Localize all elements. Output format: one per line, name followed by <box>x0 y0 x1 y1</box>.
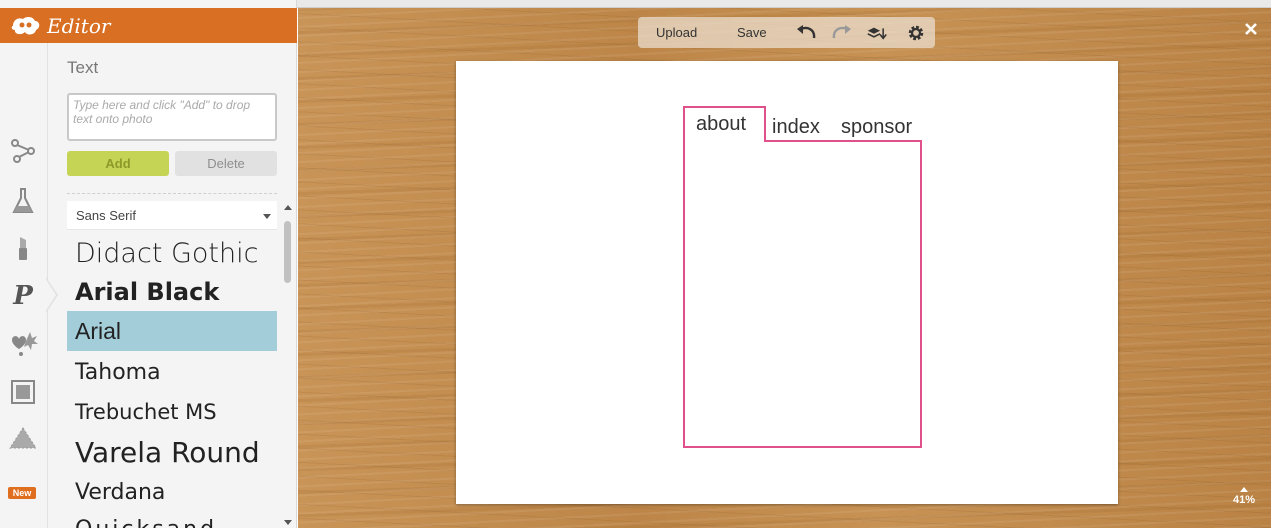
scroll-thumb[interactable] <box>284 221 291 283</box>
font-item-quicksand[interactable]: Quicksand <box>67 509 277 528</box>
font-item-arial-black[interactable]: Arial Black <box>67 272 277 312</box>
left-panel: Editor P New Text Add Delete Sans Serif <box>0 0 297 528</box>
font-category-select[interactable]: Sans Serif <box>67 201 277 230</box>
flask-icon[interactable] <box>8 186 38 216</box>
close-icon[interactable] <box>1243 21 1259 37</box>
panel-heading: Text <box>67 58 99 77</box>
frame-icon[interactable] <box>8 377 38 407</box>
divider <box>67 193 277 194</box>
undo-icon[interactable] <box>796 23 816 43</box>
save-button[interactable]: Save <box>737 25 767 40</box>
text-input[interactable] <box>67 93 277 141</box>
editor-header: Editor <box>0 8 297 43</box>
lipstick-icon[interactable] <box>8 233 38 263</box>
font-item-trebuchet-ms[interactable]: Trebuchet MS <box>67 392 277 432</box>
logo-icon <box>5 14 45 38</box>
canvas-text-sponsor[interactable]: sponsor <box>841 116 912 139</box>
workspace: Upload Save about index sponsor 41% <box>298 8 1271 528</box>
selected-text-box[interactable] <box>683 140 922 448</box>
canvas-text-about[interactable]: about <box>696 113 746 136</box>
layers-icon[interactable] <box>867 23 887 43</box>
nodes-icon[interactable] <box>8 136 38 166</box>
zoom-up-icon[interactable] <box>1240 487 1248 492</box>
texture-icon[interactable] <box>8 423 38 453</box>
font-category-value: Sans Serif <box>76 207 136 223</box>
new-badge: New <box>8 487 36 499</box>
editor-title: Editor <box>47 13 111 38</box>
font-list: Didact Gothic Arial Black Arial Tahoma T… <box>67 231 277 528</box>
font-list-scrollbar[interactable] <box>283 201 292 528</box>
font-item-verdana[interactable]: Verdana <box>67 472 277 512</box>
text-p-icon[interactable]: P <box>8 281 38 311</box>
stickers-icon[interactable] <box>8 329 38 359</box>
photo-canvas[interactable]: about index sponsor <box>456 61 1118 504</box>
zoom-level: 41% <box>1232 494 1256 506</box>
top-toolbar: Upload Save <box>638 17 935 48</box>
font-item-arial[interactable]: Arial <box>67 311 277 351</box>
font-item-didact-gothic[interactable]: Didact Gothic <box>67 233 277 273</box>
settings-icon[interactable] <box>906 23 926 43</box>
upload-button[interactable]: Upload <box>656 25 697 40</box>
font-item-tahoma[interactable]: Tahoma <box>67 352 277 392</box>
active-tool-pointer <box>45 277 58 313</box>
delete-button[interactable]: Delete <box>175 151 277 176</box>
scroll-down-icon[interactable] <box>284 520 292 525</box>
add-button[interactable]: Add <box>67 151 169 176</box>
chevron-down-icon <box>263 214 271 219</box>
font-item-varela-round[interactable]: Varela Round <box>67 432 277 472</box>
tool-rail: P New <box>0 43 48 528</box>
scroll-up-icon[interactable] <box>284 205 292 210</box>
redo-icon[interactable] <box>832 23 852 43</box>
canvas-text-index[interactable]: index <box>772 116 820 139</box>
zoom-control[interactable]: 41% <box>1224 487 1264 506</box>
